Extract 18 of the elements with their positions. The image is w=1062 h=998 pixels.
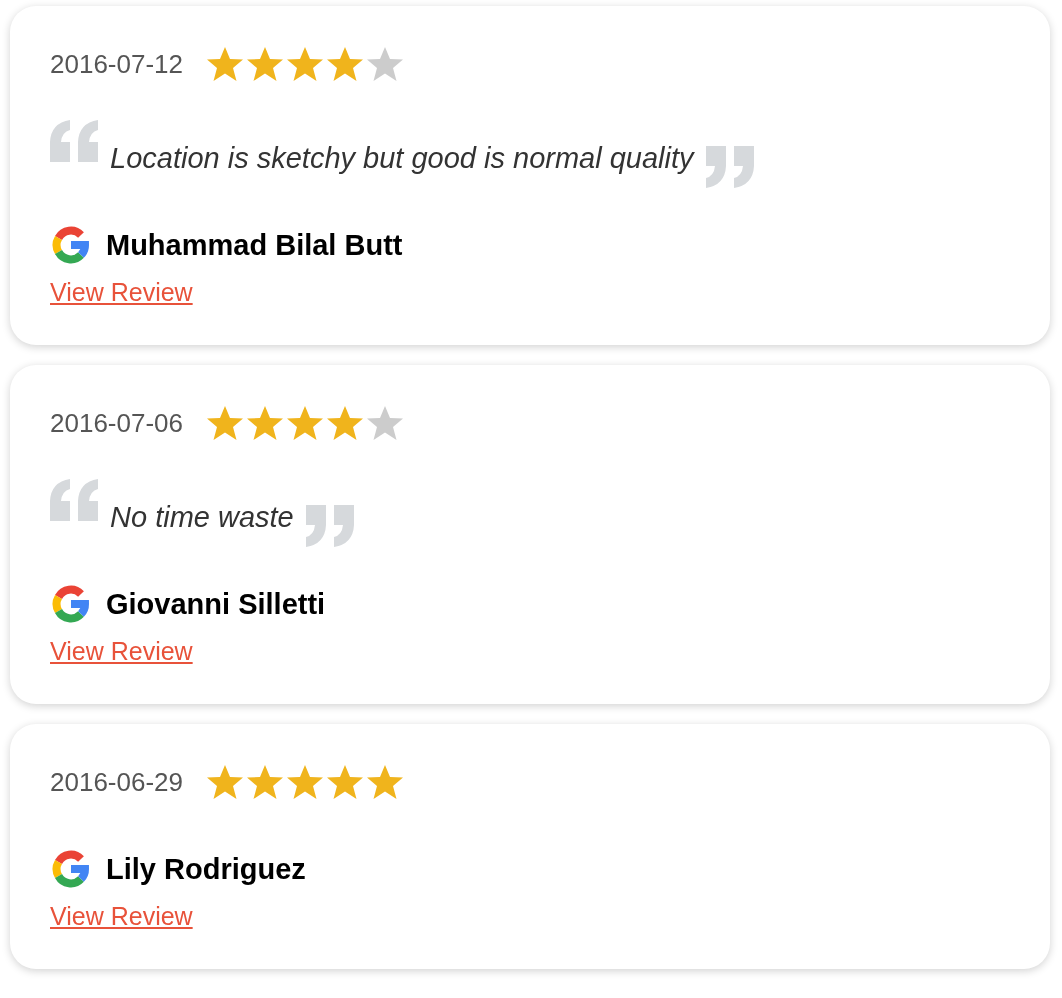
view-review-link[interactable]: View Review [50,637,193,666]
view-review-link[interactable]: View Review [50,902,193,931]
close-quote-icon [303,505,354,547]
review-quote: Location is sketchy but good is normal quality [110,142,694,175]
review-date: 2016-07-06 [50,407,183,439]
review-date: 2016-07-12 [50,48,183,80]
close-quote-icon [703,146,754,188]
reviewer-name: Lily Rodriguez [106,852,306,886]
open-quote-icon [50,479,100,521]
open-quote-icon [50,120,100,162]
google-logo-icon [50,224,92,266]
review-quote: No time waste [110,501,294,534]
review-date: 2016-06-29 [50,766,183,798]
view-review-link[interactable]: View Review [50,278,193,307]
reviewer-name: Giovanni Silletti [106,587,326,621]
google-logo-icon [50,583,92,625]
reviewer-name: Muhammad Bilal Butt [106,228,403,262]
google-logo-icon [50,848,92,890]
